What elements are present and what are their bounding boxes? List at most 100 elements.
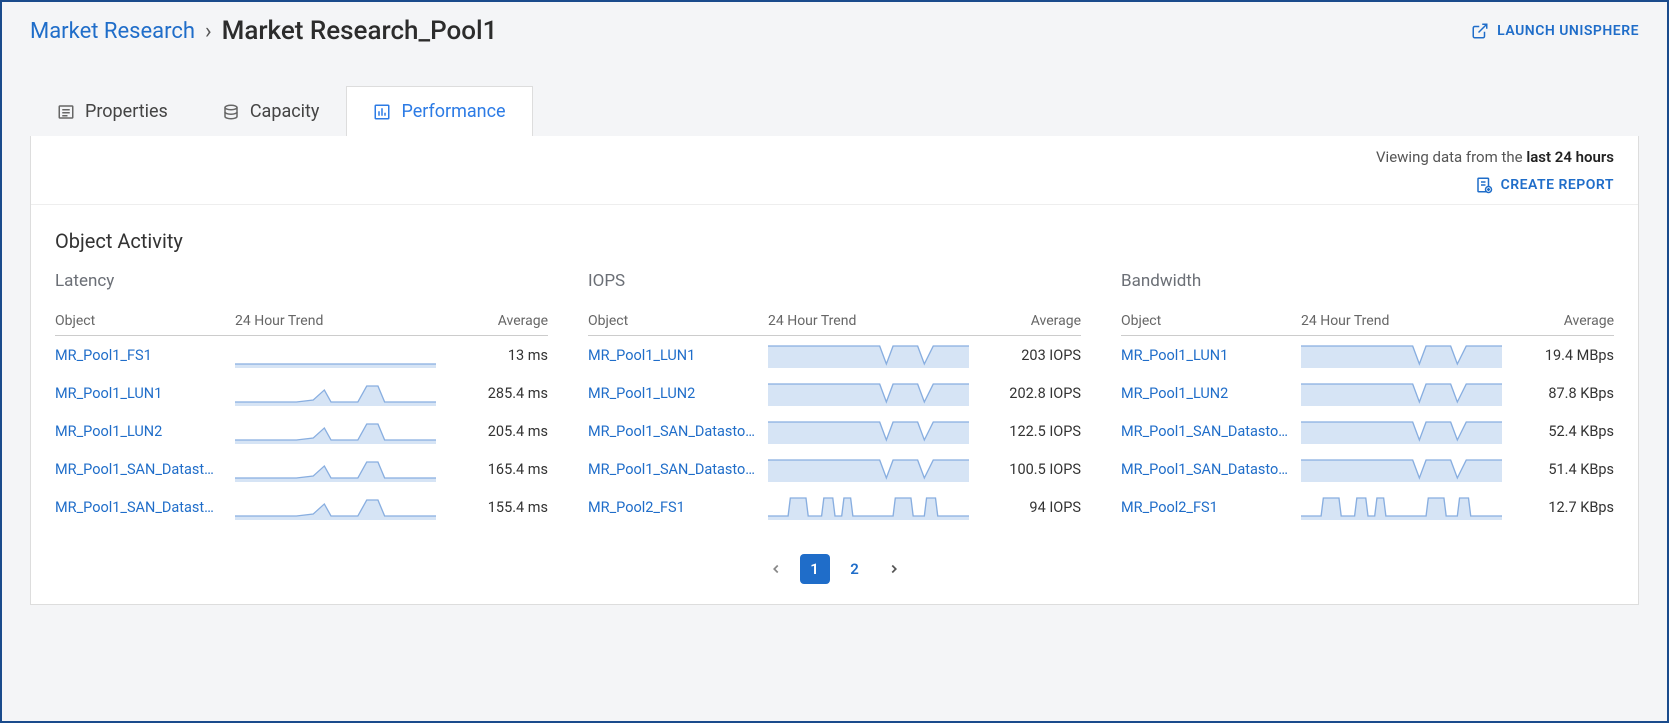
chevron-right-icon	[887, 562, 901, 576]
panel-title-bandwidth: Bandwidth	[1121, 271, 1614, 291]
pagination-next[interactable]	[880, 555, 908, 583]
pagination-prev[interactable]	[762, 555, 790, 583]
pagination-page-1[interactable]: 1	[800, 554, 830, 584]
info-bar: Viewing data from the last 24 hours CREA…	[31, 136, 1638, 205]
table-row: MR_Pool2_FS1 94 IOPS	[588, 488, 1081, 526]
average-value: 51.4 KBps	[1514, 461, 1614, 478]
trend-sparkline	[768, 418, 981, 444]
col-average: Average	[981, 313, 1081, 329]
average-value: 100.5 IOPS	[981, 461, 1081, 478]
col-trend: 24 Hour Trend	[768, 313, 981, 329]
col-trend: 24 Hour Trend	[1301, 313, 1514, 329]
average-value: 285.4 ms	[448, 385, 548, 402]
object-link[interactable]: MR_Pool1_LUN1	[55, 385, 235, 402]
tab-performance[interactable]: Performance	[346, 86, 532, 136]
average-value: 165.4 ms	[448, 461, 548, 478]
panel-header: Object 24 Hour Trend Average	[588, 313, 1081, 336]
trend-sparkline	[1301, 342, 1514, 368]
object-link[interactable]: MR_Pool1_LUN1	[588, 347, 768, 364]
object-link[interactable]: MR_Pool1_LUN2	[588, 385, 768, 402]
breadcrumb-parent-link[interactable]: Market Research	[30, 19, 195, 44]
object-link[interactable]: MR_Pool1_SAN_Datast…	[55, 499, 235, 516]
tab-capacity[interactable]: Capacity	[195, 86, 347, 136]
object-link[interactable]: MR_Pool2_FS1	[1121, 499, 1301, 516]
panel-latency: Latency Object 24 Hour Trend Average MR_…	[55, 271, 548, 526]
trend-sparkline	[1301, 494, 1514, 520]
create-report-button[interactable]: CREATE REPORT	[1475, 176, 1614, 194]
trend-sparkline	[1301, 380, 1514, 406]
object-link[interactable]: MR_Pool1_LUN2	[1121, 385, 1301, 402]
object-link[interactable]: MR_Pool2_FS1	[588, 499, 768, 516]
section-title: Object Activity	[31, 205, 1638, 261]
table-row: MR_Pool1_LUN1 203 IOPS	[588, 336, 1081, 374]
col-object: Object	[588, 313, 768, 329]
breadcrumb: Market Research › Market Research_Pool1	[30, 16, 497, 46]
header: Market Research › Market Research_Pool1 …	[2, 2, 1667, 56]
chevron-left-icon	[769, 562, 783, 576]
list-icon	[57, 103, 75, 121]
panel-header: Object 24 Hour Trend Average	[1121, 313, 1614, 336]
panels: Latency Object 24 Hour Trend Average MR_…	[31, 261, 1638, 534]
trend-sparkline	[768, 494, 981, 520]
pagination-pages: 12	[800, 554, 870, 584]
object-link[interactable]: MR_Pool1_SAN_Datasto…	[588, 461, 768, 478]
object-link[interactable]: MR_Pool1_FS1	[55, 347, 235, 364]
average-value: 19.4 MBps	[1514, 347, 1614, 364]
panel-header: Object 24 Hour Trend Average	[55, 313, 548, 336]
trend-sparkline	[235, 418, 448, 444]
average-value: 12.7 KBps	[1514, 499, 1614, 516]
tab-properties[interactable]: Properties	[30, 86, 195, 136]
page-title: Market Research_Pool1	[222, 16, 498, 46]
table-row: MR_Pool2_FS1 12.7 KBps	[1121, 488, 1614, 526]
object-link[interactable]: MR_Pool1_SAN_Datasto…	[1121, 461, 1301, 478]
panel-title-latency: Latency	[55, 271, 548, 291]
table-row: MR_Pool1_SAN_Datasto… 100.5 IOPS	[588, 450, 1081, 488]
external-link-icon	[1471, 22, 1489, 40]
tabs: Properties Capacity Performance	[2, 86, 1667, 136]
trend-sparkline	[1301, 418, 1514, 444]
trend-sparkline	[1301, 456, 1514, 482]
table-row: MR_Pool1_LUN2 87.8 KBps	[1121, 374, 1614, 412]
average-value: 203 IOPS	[981, 347, 1081, 364]
trend-sparkline	[235, 456, 448, 482]
viewing-range: last 24 hours	[1526, 148, 1614, 166]
trend-sparkline	[235, 342, 448, 368]
table-row: MR_Pool1_SAN_Datasto… 122.5 IOPS	[588, 412, 1081, 450]
panel-bandwidth: Bandwidth Object 24 Hour Trend Average M…	[1121, 271, 1614, 526]
object-link[interactable]: MR_Pool1_SAN_Datasto…	[588, 423, 768, 440]
table-row: MR_Pool1_SAN_Datasto… 51.4 KBps	[1121, 450, 1614, 488]
object-link[interactable]: MR_Pool1_LUN2	[55, 423, 235, 440]
chevron-right-icon: ›	[205, 19, 212, 44]
pagination: 12	[31, 534, 1638, 604]
average-value: 52.4 KBps	[1514, 423, 1614, 440]
object-link[interactable]: MR_Pool1_SAN_Datasto…	[1121, 423, 1301, 440]
average-value: 87.8 KBps	[1514, 385, 1614, 402]
col-object: Object	[55, 313, 235, 329]
launch-unisphere-link[interactable]: LAUNCH UNISPHERE	[1471, 22, 1639, 40]
panel-title-iops: IOPS	[588, 271, 1081, 291]
trend-sparkline	[235, 494, 448, 520]
table-row: MR_Pool1_LUN2 202.8 IOPS	[588, 374, 1081, 412]
table-row: MR_Pool1_LUN2 205.4 ms	[55, 412, 548, 450]
panel-iops: IOPS Object 24 Hour Trend Average MR_Poo…	[588, 271, 1081, 526]
pagination-page-2[interactable]: 2	[840, 554, 870, 584]
trend-sparkline	[768, 342, 981, 368]
object-link[interactable]: MR_Pool1_SAN_Datast…	[55, 461, 235, 478]
trend-sparkline	[235, 380, 448, 406]
table-row: MR_Pool1_SAN_Datast… 165.4 ms	[55, 450, 548, 488]
trend-sparkline	[768, 380, 981, 406]
create-report-label: CREATE REPORT	[1501, 177, 1614, 193]
average-value: 202.8 IOPS	[981, 385, 1081, 402]
app-frame: Market Research › Market Research_Pool1 …	[0, 0, 1669, 723]
tab-performance-label: Performance	[401, 101, 505, 122]
table-row: MR_Pool1_SAN_Datast… 155.4 ms	[55, 488, 548, 526]
report-icon	[1475, 176, 1493, 194]
bar-chart-icon	[373, 103, 391, 121]
tab-properties-label: Properties	[85, 101, 168, 122]
launch-unisphere-label: LAUNCH UNISPHERE	[1497, 23, 1639, 39]
average-value: 94 IOPS	[981, 499, 1081, 516]
viewing-prefix: Viewing data from the	[1376, 148, 1526, 166]
object-link[interactable]: MR_Pool1_LUN1	[1121, 347, 1301, 364]
average-value: 13 ms	[448, 347, 548, 364]
viewing-range-text: Viewing data from the last 24 hours	[1376, 148, 1614, 166]
